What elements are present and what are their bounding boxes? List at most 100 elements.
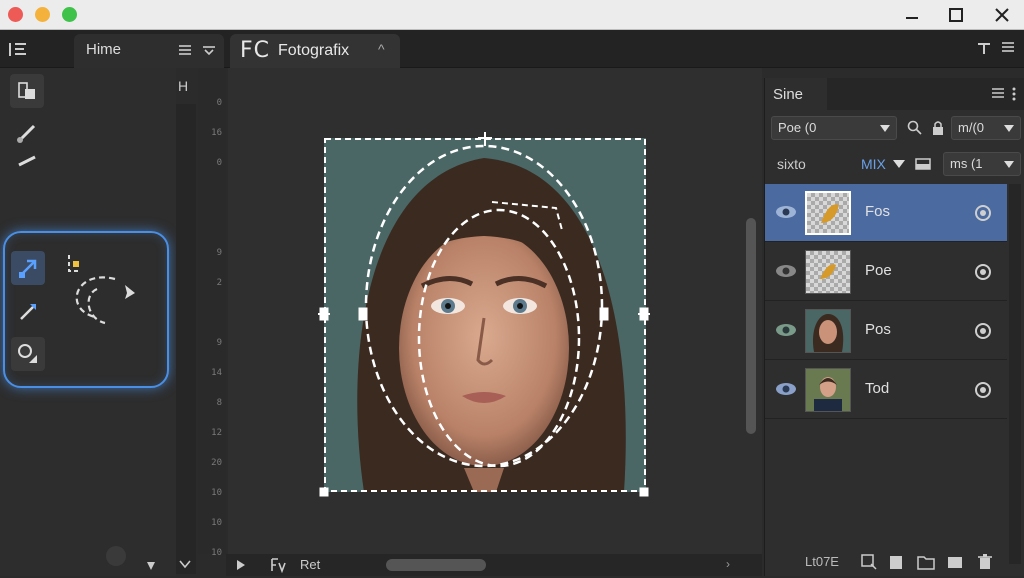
blend-arrow-icon[interactable] (893, 160, 905, 169)
tab-hime[interactable]: Hime (74, 34, 224, 68)
scroll-right-icon[interactable]: › (726, 557, 730, 571)
new-layer-icon[interactable] (889, 554, 903, 570)
layers-scroll-track[interactable] (1009, 184, 1021, 564)
ruler-tick-label: 20 (211, 458, 222, 468)
close-light-icon[interactable] (8, 7, 23, 22)
layer-visibility-radio[interactable] (975, 323, 991, 339)
tools-scroll-track[interactable] (176, 104, 196, 574)
folder-icon[interactable] (917, 554, 935, 570)
tools-panel: H (0, 68, 196, 576)
layer-row[interactable]: Pos (765, 302, 1007, 360)
panel-footer-label: Lt07E (805, 554, 839, 569)
panel-tab-label: Sine (773, 86, 804, 103)
brush-icon (17, 124, 36, 143)
move-tool-button[interactable] (10, 74, 44, 108)
pin-icon[interactable] (976, 40, 992, 61)
tool-flyout (3, 231, 169, 388)
close-icon[interactable] (990, 3, 1014, 27)
layer-row[interactable]: Fos (765, 184, 1007, 242)
lock-field-value: m/(0 (958, 120, 984, 135)
adjustment-icon[interactable] (947, 554, 963, 570)
minimize-light-icon[interactable] (35, 7, 50, 22)
lasso-icon (18, 344, 37, 363)
ruler-tick-label: 10 (211, 548, 222, 558)
eye-icon[interactable] (775, 381, 797, 397)
layers-panel: Sine Poe (0 m/(0 sixto MIX ms (1 Fos Poe… (764, 78, 1024, 576)
layer-filter-select[interactable]: Poe (0 (771, 116, 897, 140)
ruler-tick-label: 10 (211, 518, 222, 528)
layer-thumbnail (805, 368, 851, 412)
blend-mode-value[interactable]: MIX (861, 156, 886, 172)
app-logo: FC (240, 38, 271, 63)
mask-icon[interactable] (915, 158, 931, 170)
minimize-icon[interactable] (900, 3, 924, 27)
brush-tool-button[interactable] (10, 116, 44, 150)
transform-tool-button[interactable] (11, 251, 45, 285)
layer-thumbnail (805, 250, 851, 294)
panel-menu-icon[interactable] (1000, 40, 1016, 61)
lasso-tool-button[interactable] (11, 337, 45, 371)
selection-handles[interactable] (314, 128, 656, 502)
eye-icon[interactable] (775, 204, 797, 220)
ruler-tick-label: 9 (216, 248, 222, 258)
lock-icon[interactable] (931, 120, 945, 141)
vertical-ruler: 0 16 0 9 2 9 14 8 12 20 10 10 10 (198, 68, 226, 558)
window-titlebar (0, 0, 1024, 30)
canvas-area[interactable] (228, 68, 762, 554)
ruler-tick-label: 9 (216, 338, 222, 348)
layer-name: Poe (865, 262, 892, 279)
ruler-tick-label: 8 (216, 398, 222, 408)
ruler-tick-label: 0 (216, 158, 222, 168)
ruler-tick-label: 16 (211, 128, 222, 138)
layer-visibility-radio[interactable] (975, 264, 991, 280)
canvas-hscroll-thumb[interactable] (386, 559, 486, 571)
trash-icon[interactable] (977, 554, 993, 570)
move-icon (18, 82, 35, 99)
tab-fotografix[interactable]: FC Fotografix ^ (230, 34, 400, 68)
tab-bar: Hime FC Fotografix ^ (0, 30, 1024, 68)
opacity-arrow-icon (1004, 161, 1014, 168)
tab-hime-label: Hime (86, 41, 122, 58)
eye-icon[interactable] (775, 322, 797, 338)
layer-row[interactable]: Poe (765, 243, 1007, 301)
dropdown-icon[interactable] (202, 43, 216, 62)
menu-list-icon[interactable] (8, 40, 30, 63)
maximize-icon[interactable] (944, 3, 968, 27)
hamburger-icon[interactable] (178, 43, 192, 62)
tab-sine[interactable]: Sine (765, 78, 827, 110)
pen-tool-button[interactable] (11, 295, 45, 329)
tools-header-label: H (178, 78, 189, 94)
panel-tab-bar: Sine (765, 78, 1024, 110)
status-label: Ret (300, 557, 321, 572)
chevron-down-icon[interactable] (178, 556, 192, 574)
opacity-field[interactable]: ms (1 (943, 152, 1021, 176)
search-icon[interactable] (907, 120, 923, 141)
chevron-up-icon[interactable]: ^ (378, 41, 385, 57)
pen-icon (20, 304, 36, 320)
fv-icon[interactable] (270, 557, 286, 578)
layer-name: Pos (865, 321, 891, 338)
resize-arrow-icon (19, 259, 37, 278)
ruler-tick-label: 0 (216, 98, 222, 108)
ruler-tick-label: 2 (216, 278, 222, 288)
ruler-tick-label: 12 (211, 428, 222, 438)
panel-options-icon[interactable] (991, 86, 1005, 105)
pencil-tool-button[interactable] (10, 152, 44, 170)
layer-visibility-radio[interactable] (975, 382, 991, 398)
panel-more-icon[interactable] (1011, 86, 1017, 107)
opacity-value: ms (1 (950, 156, 983, 171)
new-group-icon[interactable] (861, 554, 877, 570)
triangle-down-icon[interactable] (146, 558, 156, 576)
layer-row[interactable]: Tod (765, 361, 1007, 419)
blend-label: sixto (777, 156, 806, 172)
canvas-vscroll-thumb[interactable] (746, 218, 756, 434)
play-icon[interactable] (236, 558, 246, 576)
lock-field[interactable]: m/(0 (951, 116, 1021, 140)
eye-icon[interactable] (775, 263, 797, 279)
zoom-light-icon[interactable] (62, 7, 77, 22)
layer-visibility-radio[interactable] (975, 205, 991, 221)
pencil-icon (18, 155, 36, 167)
select-arrow-icon (880, 125, 890, 132)
layer-thumbnail (805, 191, 851, 235)
canvas-status-bar: Ret › (226, 554, 762, 576)
